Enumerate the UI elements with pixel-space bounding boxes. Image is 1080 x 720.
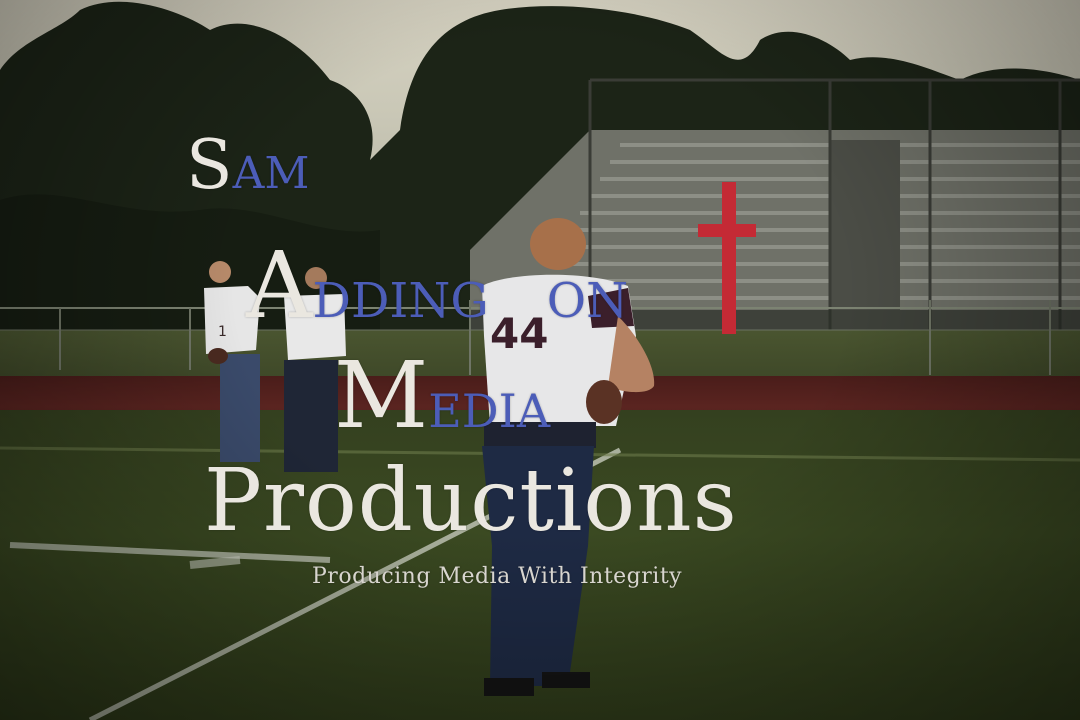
watermark-line-media: MEDIA [334, 350, 550, 442]
watermark-productions: Productions [204, 451, 738, 551]
svg-text:1: 1 [218, 324, 227, 340]
watermark-sam-rest: AM [232, 148, 310, 199]
watermark-media-cap: M [334, 342, 429, 449]
watermark-addington-rest-a: DDING [312, 273, 489, 329]
watermark-line-addington: ADDING ON [246, 240, 628, 332]
watermark-addington-cap: A [246, 232, 313, 339]
photo-scene: 1 44 SAM ADDING ON MEDIA Productions Prod… [0, 0, 1080, 720]
cross-icon [698, 182, 756, 334]
watermark-addington-rest-b: ON [546, 273, 629, 329]
watermark-tagline: Producing Media With Integrity [312, 564, 683, 589]
watermark-media-rest: EDIA [428, 384, 551, 438]
watermark-line-sam: SAM [186, 132, 309, 200]
watermark-sam-cap: S [186, 126, 233, 205]
